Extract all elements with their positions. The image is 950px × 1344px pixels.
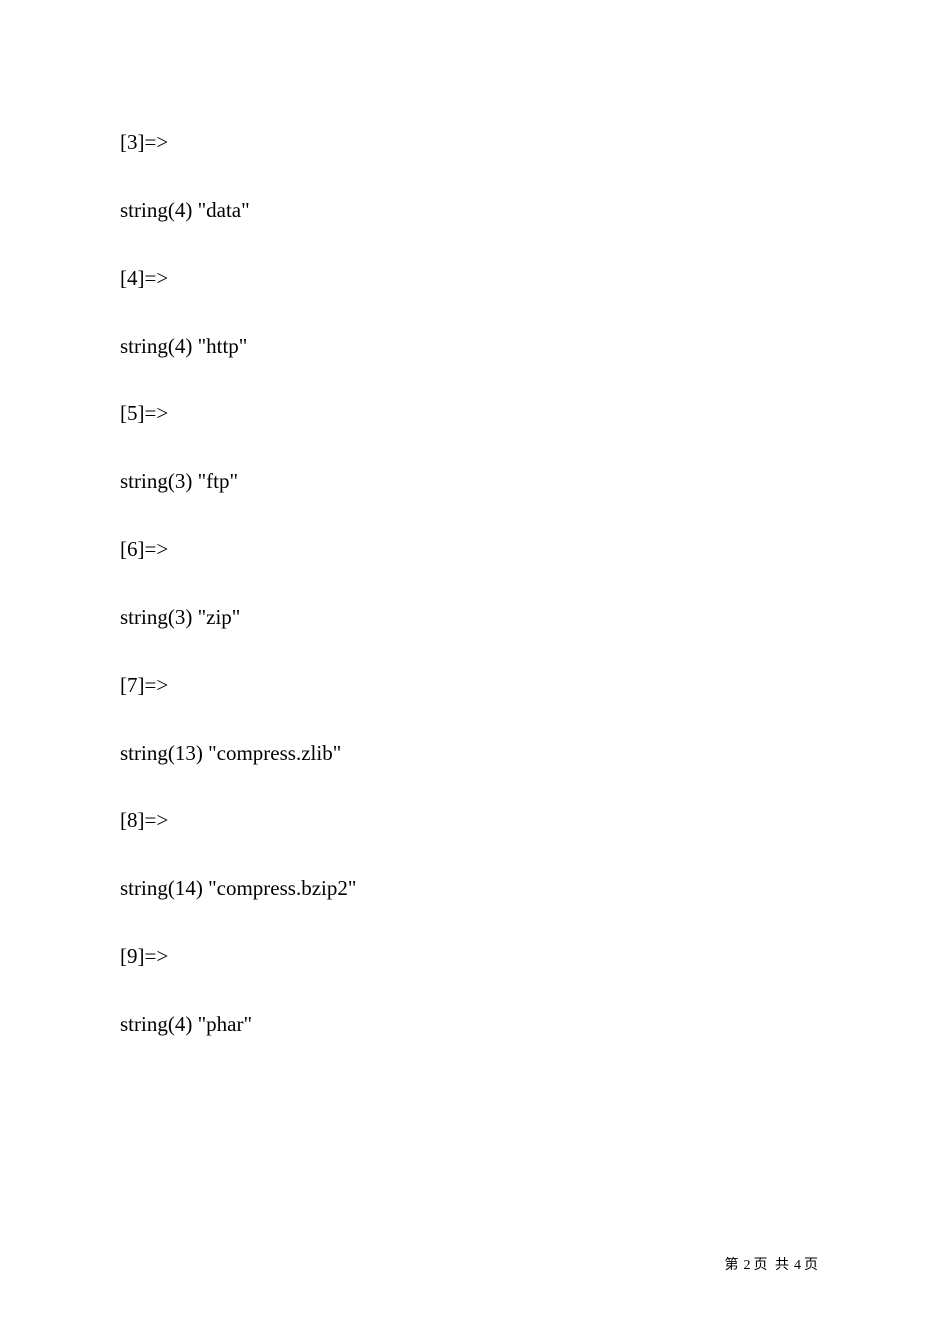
code-line: [5]=> bbox=[120, 399, 830, 427]
code-line: [8]=> bbox=[120, 806, 830, 834]
footer-total-pages: 4 bbox=[794, 1258, 801, 1273]
code-line: [7]=> bbox=[120, 671, 830, 699]
code-line: [9]=> bbox=[120, 942, 830, 970]
code-line: string(3) "ftp" bbox=[120, 467, 830, 495]
footer-current-page: 2 bbox=[744, 1258, 751, 1273]
document-page: [3]=> string(4) "data" [4]=> string(4) "… bbox=[0, 0, 950, 1344]
code-line: string(4) "data" bbox=[120, 196, 830, 224]
code-line: string(4) "phar" bbox=[120, 1010, 830, 1038]
code-line: string(4) "http" bbox=[120, 332, 830, 360]
code-output-block: [3]=> string(4) "data" [4]=> string(4) "… bbox=[120, 128, 830, 1038]
code-line: [3]=> bbox=[120, 128, 830, 156]
code-line: [6]=> bbox=[120, 535, 830, 563]
footer-mid2: 共 bbox=[775, 1258, 791, 1273]
code-line: [4]=> bbox=[120, 264, 830, 292]
footer-mid1: 页 bbox=[754, 1258, 770, 1273]
footer-prefix: 第 bbox=[725, 1258, 741, 1273]
page-footer: 第2页 共4页 bbox=[725, 1254, 821, 1274]
footer-suffix: 页 bbox=[804, 1258, 820, 1273]
code-line: string(13) "compress.zlib" bbox=[120, 739, 830, 767]
code-line: string(3) "zip" bbox=[120, 603, 830, 631]
code-line: string(14) "compress.bzip2" bbox=[120, 874, 830, 902]
